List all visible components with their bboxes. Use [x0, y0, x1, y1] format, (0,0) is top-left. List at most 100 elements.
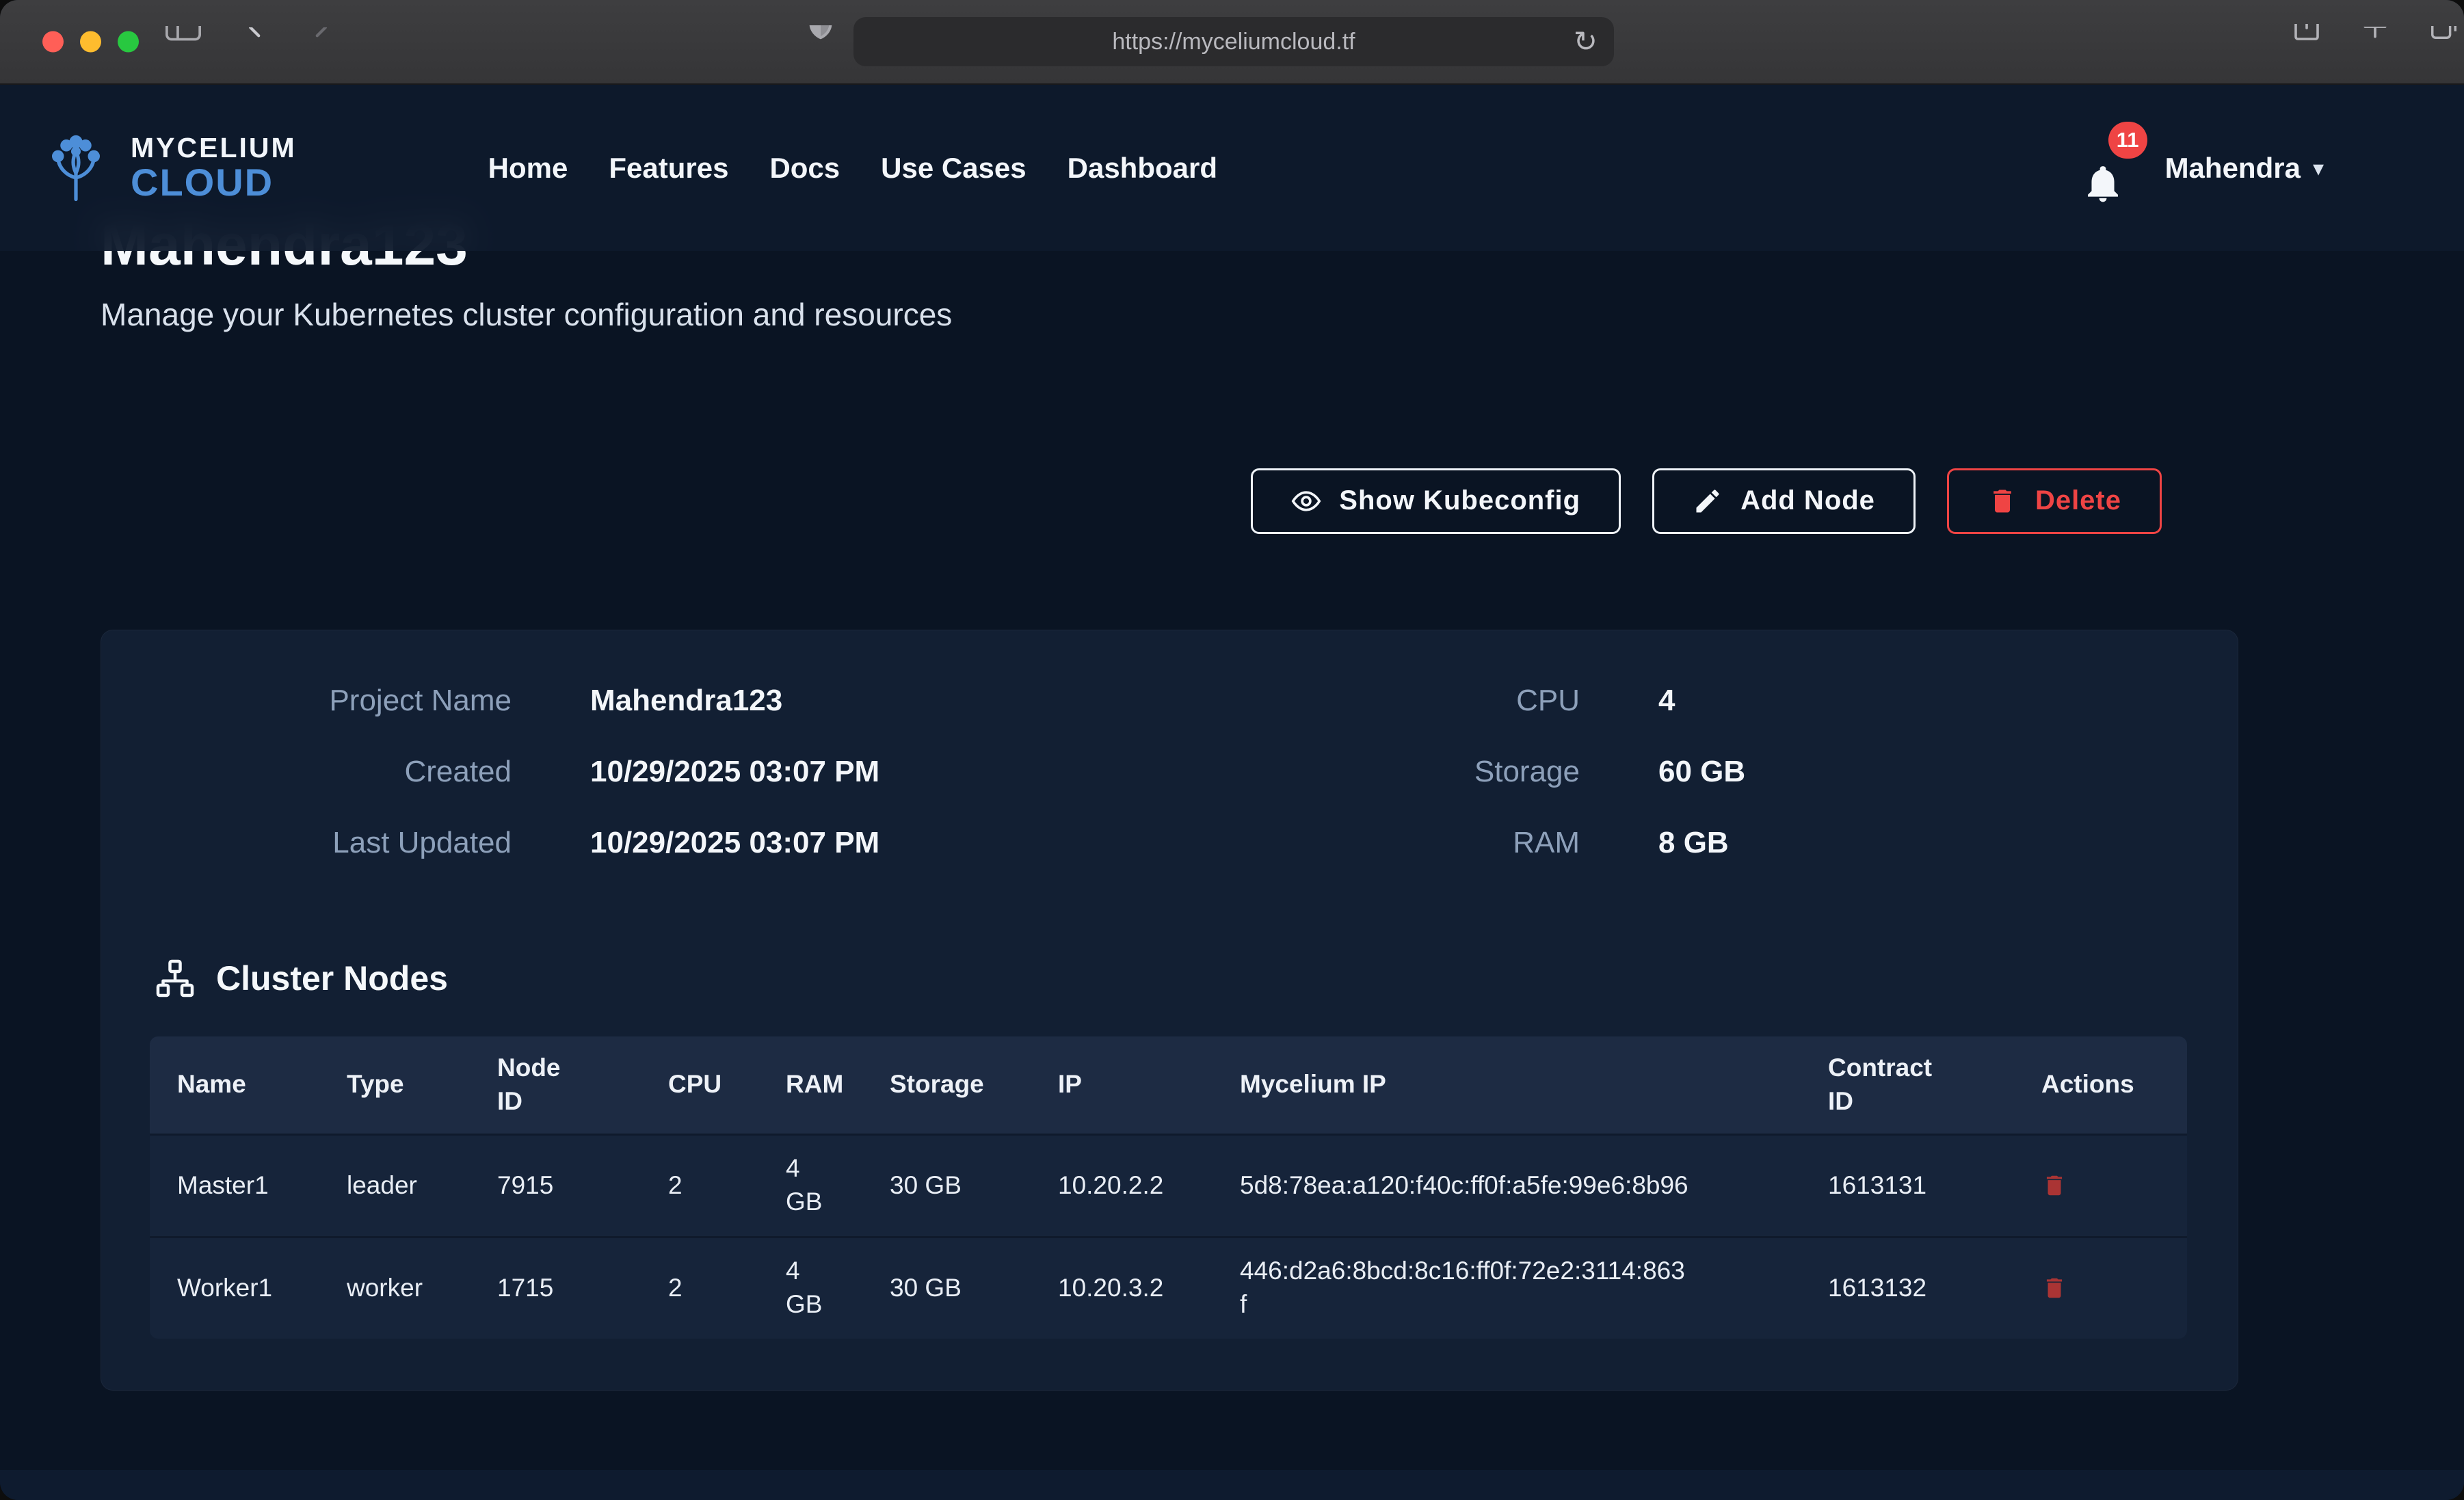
table-row: Master1 leader 7915 2 4 GB 30 GB 10.20.2…	[150, 1134, 2187, 1237]
info-label: Storage	[1169, 753, 1580, 791]
brand-logo[interactable]: MYCELIUM CLOUD	[38, 130, 297, 206]
cell-contract-id: 1613132	[1801, 1237, 2014, 1339]
cell-node-id: 1715	[470, 1237, 641, 1339]
add-node-label: Add Node	[1740, 485, 1875, 516]
user-name: Mahendra	[2165, 152, 2301, 185]
column-header-ram: RAM	[758, 1036, 862, 1135]
show-kubeconfig-label: Show Kubeconfig	[1339, 485, 1580, 516]
cell-storage: 30 GB	[862, 1134, 1031, 1237]
info-label: Created	[101, 753, 512, 791]
cell-ip: 10.20.2.2	[1031, 1134, 1213, 1237]
cell-actions	[2014, 1237, 2187, 1339]
cluster-nodes-icon	[155, 958, 196, 999]
info-value: 60 GB	[1658, 753, 2238, 791]
nav-links: Home Features Docs Use Cases Dashboard	[488, 152, 1217, 185]
browser-chrome: https://myceliumcloud.tf ↻	[0, 0, 2464, 85]
cell-mycelium-ip: 5d8:78ea:a120:f40c:ff0f:a5fe:99e6:8b96	[1213, 1134, 1801, 1237]
info-value: Mahendra123	[590, 682, 1169, 720]
info-value: 10/29/2025 03:07 PM	[590, 753, 1169, 791]
add-node-button[interactable]: Add Node	[1652, 468, 1916, 534]
info-label: Last Updated	[101, 824, 512, 862]
zoom-window-button[interactable]	[118, 31, 139, 53]
row-delete-button[interactable]	[2041, 1275, 2067, 1301]
bell-icon	[2082, 163, 2124, 205]
url-text: https://myceliumcloud.tf	[1112, 29, 1355, 55]
cell-cpu: 2	[641, 1134, 758, 1237]
page-viewport: MYCELIUM CLOUD Home Features Docs Use Cases…	[0, 85, 2464, 1500]
page-subtitle: Manage your Kubernetes cluster configura…	[101, 296, 2238, 333]
mycelium-logo-icon	[38, 130, 114, 206]
nodes-table: NameTypeNode IDCPURAMStorageIPMycelium I…	[150, 1036, 2187, 1339]
reload-icon[interactable]: ↻	[1574, 27, 1598, 56]
row-delete-button[interactable]	[2041, 1173, 2067, 1198]
trash-icon	[2041, 1173, 2067, 1198]
column-header-actions: Actions	[2014, 1036, 2187, 1135]
nav-right: 11 Mahendra ▾	[2082, 131, 2324, 205]
nav-item-features[interactable]: Features	[609, 152, 728, 185]
cell-ram: 4 GB	[758, 1134, 862, 1237]
info-value: 8 GB	[1658, 824, 2238, 862]
cell-name: Master1	[150, 1134, 319, 1237]
nav-item-use-cases[interactable]: Use Cases	[881, 152, 1026, 185]
info-label: CPU	[1169, 682, 1580, 720]
cell-type: leader	[319, 1134, 470, 1237]
brand-wordmark: MYCELIUM CLOUD	[131, 134, 297, 202]
top-navbar: MYCELIUM CLOUD Home Features Docs Use Cases…	[0, 85, 2464, 251]
cluster-info-right: CPU 4 Storage 60 GB RAM 8 GB	[1169, 682, 2238, 862]
column-header-node-id: Node ID	[470, 1036, 641, 1135]
trash-icon	[2041, 1275, 2067, 1301]
close-window-button[interactable]	[42, 31, 64, 53]
cluster-info-left: Project Name Mahendra123 Created 10/29/2025…	[101, 682, 1169, 862]
nav-item-home[interactable]: Home	[488, 152, 568, 185]
table-row: Worker1 worker 1715 2 4 GB 30 GB 10.20.3…	[150, 1237, 2187, 1339]
cell-name: Worker1	[150, 1237, 319, 1339]
browser-window: https://myceliumcloud.tf ↻	[0, 0, 2464, 1500]
column-header-mycelium-ip: Mycelium IP	[1213, 1036, 1801, 1135]
cell-type: worker	[319, 1237, 470, 1339]
nav-item-docs[interactable]: Docs	[769, 152, 840, 185]
info-value: 4	[1658, 682, 2238, 720]
cluster-nodes-header: Cluster Nodes	[155, 958, 2238, 999]
brand-line2: CLOUD	[131, 163, 297, 202]
nodes-table-body: Master1 leader 7915 2 4 GB 30 GB 10.20.2…	[150, 1134, 2187, 1339]
column-header-type: Type	[319, 1036, 470, 1135]
cell-actions	[2014, 1134, 2187, 1237]
cell-node-id: 7915	[470, 1134, 641, 1237]
info-value: 10/29/2025 03:07 PM	[590, 824, 1169, 862]
footer-strip	[0, 1470, 2464, 1500]
cell-contract-id: 1613131	[1801, 1134, 2014, 1237]
cluster-nodes-title: Cluster Nodes	[216, 959, 448, 998]
delete-label: Delete	[2035, 485, 2121, 516]
trash-icon	[1987, 486, 2017, 516]
cell-mycelium-ip: 446:d2a6:8bcd:8c16:ff0f:72e2:3114:863f	[1213, 1237, 1801, 1339]
address-bar[interactable]: https://myceliumcloud.tf ↻	[853, 17, 1614, 66]
cluster-actions-row: Show Kubeconfig Add Node Delete	[101, 468, 2162, 534]
cell-ip: 10.20.3.2	[1031, 1237, 1213, 1339]
window-controls	[42, 31, 139, 53]
show-kubeconfig-button[interactable]: Show Kubeconfig	[1251, 468, 1621, 534]
column-header-storage: Storage	[862, 1036, 1031, 1135]
cell-ram: 4 GB	[758, 1237, 862, 1339]
pencil-icon	[1693, 486, 1723, 516]
nodes-table-header-row: NameTypeNode IDCPURAMStorageIPMycelium I…	[150, 1036, 2187, 1135]
eye-icon	[1291, 486, 1321, 516]
main-content: Mahendra123 Manage your Kubernetes clust…	[0, 85, 2464, 1391]
column-header-name: Name	[150, 1036, 319, 1135]
nav-item-dashboard[interactable]: Dashboard	[1068, 152, 1217, 185]
notifications-button[interactable]: 11	[2082, 131, 2124, 205]
delete-cluster-button[interactable]: Delete	[1947, 468, 2162, 534]
cell-cpu: 2	[641, 1237, 758, 1339]
info-label: Project Name	[101, 682, 512, 720]
column-header-contract-id: Contract ID	[1801, 1036, 2014, 1135]
minimize-window-button[interactable]	[80, 31, 101, 53]
column-header-cpu: CPU	[641, 1036, 758, 1135]
cluster-card: Project Name Mahendra123 Created 10/29/2025…	[101, 630, 2238, 1391]
user-menu[interactable]: Mahendra ▾	[2165, 152, 2324, 185]
cell-storage: 30 GB	[862, 1237, 1031, 1339]
info-label: RAM	[1169, 824, 1580, 862]
cluster-info: Project Name Mahendra123 Created 10/29/2025…	[101, 682, 2238, 862]
brand-line1: MYCELIUM	[131, 134, 297, 163]
notification-badge: 11	[2108, 122, 2147, 159]
nodes-table-wrap: NameTypeNode IDCPURAMStorageIPMycelium I…	[150, 1036, 2187, 1339]
chevron-down-icon: ▾	[2313, 155, 2324, 181]
